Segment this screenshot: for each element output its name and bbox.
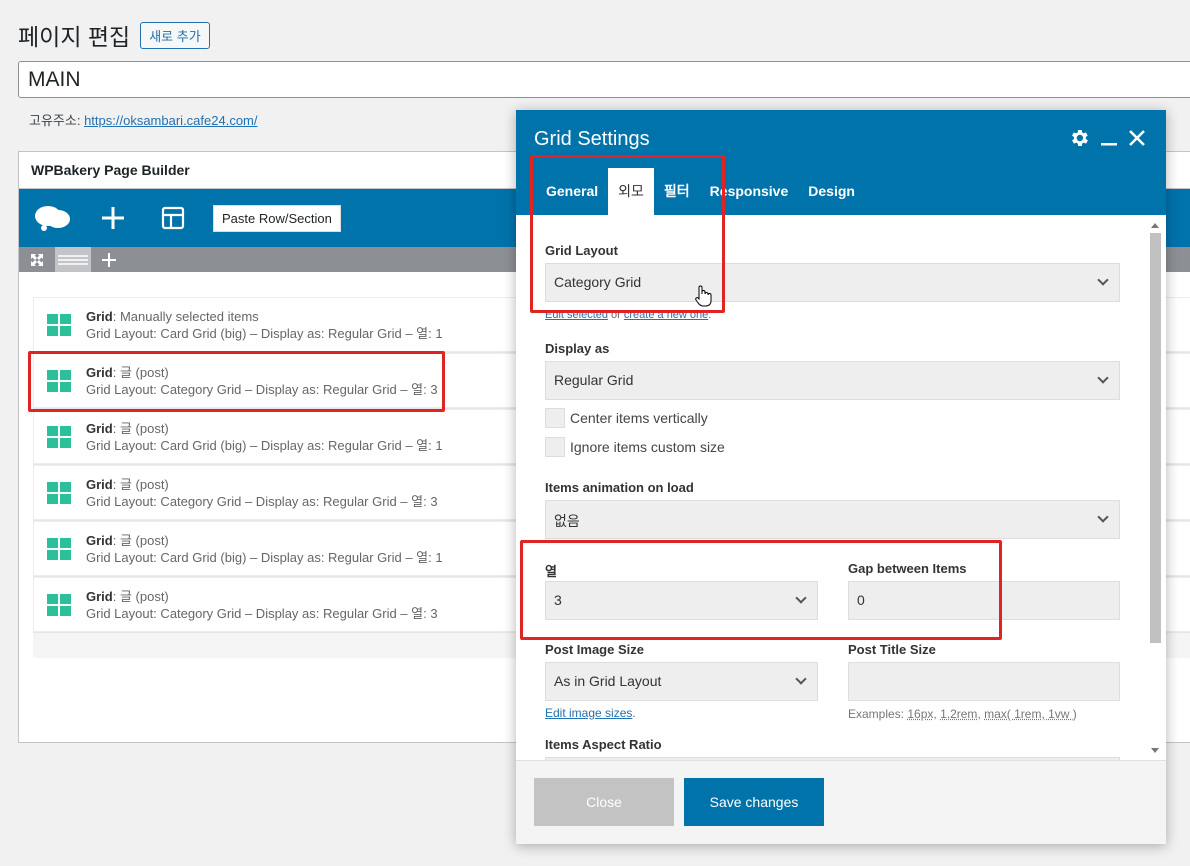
post-title-size-input[interactable] xyxy=(848,662,1120,701)
post-image-size-value: As in Grid Layout xyxy=(554,673,661,689)
grid-element-icon xyxy=(47,314,71,336)
post-image-size-label: Post Image Size xyxy=(545,642,644,657)
scroll-down-arrow[interactable] xyxy=(1151,748,1159,753)
example-value[interactable]: max( 1rem, 1vw ) xyxy=(984,707,1077,721)
row-name: Grid xyxy=(86,589,113,604)
add-row-icon[interactable] xyxy=(91,247,127,272)
templates-icon[interactable] xyxy=(153,198,193,238)
row-name: Grid xyxy=(86,477,113,492)
modal-scrollbar[interactable] xyxy=(1149,223,1161,753)
modal-footer: Close Save changes xyxy=(516,760,1166,844)
examples-hint: Examples: 16px, 1.2rem, max( 1rem, 1vw ) xyxy=(848,707,1077,721)
animation-select[interactable]: 없음 xyxy=(545,500,1120,539)
ignore-size-label: Ignore items custom size xyxy=(570,439,725,455)
tab-design[interactable]: Design xyxy=(798,168,865,215)
grid-element-icon xyxy=(47,594,71,616)
grid-element-icon xyxy=(47,538,71,560)
paste-row-button[interactable]: Paste Row/Section xyxy=(213,205,341,232)
add-new-button[interactable]: 새로 추가 xyxy=(140,22,209,49)
modal-title: Grid Settings xyxy=(534,128,650,151)
chevron-down-icon xyxy=(795,673,806,684)
wpbakery-logo-icon[interactable] xyxy=(33,198,73,238)
row-type: : 글 (post) xyxy=(113,421,169,436)
edit-image-sizes-link[interactable]: Edit image sizes xyxy=(545,706,632,720)
post-title-input[interactable]: MAIN xyxy=(18,61,1190,98)
row-name: Grid xyxy=(86,421,113,436)
row-type: : 글 (post) xyxy=(113,589,169,604)
display-as-select[interactable]: Regular Grid xyxy=(545,361,1120,400)
minimize-icon[interactable] xyxy=(1100,129,1118,152)
animation-value: 없음 xyxy=(554,513,580,529)
grid-element-icon xyxy=(47,426,71,448)
post-image-size-select[interactable]: As in Grid Layout xyxy=(545,662,818,701)
scroll-up-arrow[interactable] xyxy=(1151,223,1159,228)
grid-element-icon xyxy=(47,482,71,504)
highlight-columns-box xyxy=(520,540,1002,640)
row-name: Grid xyxy=(86,309,113,324)
period-text: . xyxy=(632,706,635,720)
page-title: 페이지 편집 xyxy=(18,18,130,52)
example-value[interactable]: 16px xyxy=(907,707,933,721)
highlight-row-box xyxy=(28,351,445,412)
ignore-size-checkbox[interactable]: Ignore items custom size xyxy=(545,437,725,457)
chevron-down-icon xyxy=(1097,274,1108,285)
close-icon[interactable] xyxy=(1128,129,1146,152)
checkbox-box[interactable] xyxy=(545,437,565,457)
scroll-thumb[interactable] xyxy=(1150,233,1161,643)
chevron-down-icon xyxy=(1097,511,1108,522)
page-header: 페이지 편집 새로 추가 xyxy=(18,18,210,52)
row-desc: Grid Layout: Card Grid (big) – Display a… xyxy=(86,550,443,565)
center-items-label: Center items vertically xyxy=(570,410,708,426)
permalink-label: 고유주소: xyxy=(29,113,80,128)
row-desc: Grid Layout: Category Grid – Display as:… xyxy=(86,494,438,509)
center-items-checkbox[interactable]: Center items vertically xyxy=(545,408,708,428)
permalink: 고유주소: https://oksambari.cafe24.com/ xyxy=(29,110,258,129)
post-title-size-label: Post Title Size xyxy=(848,642,936,657)
add-element-icon[interactable] xyxy=(93,198,133,238)
gear-icon[interactable] xyxy=(1068,127,1090,154)
row-layout-icon[interactable] xyxy=(55,247,91,272)
display-as-label: Display as xyxy=(545,341,609,356)
row-desc: Grid Layout: Category Grid – Display as:… xyxy=(86,606,438,621)
display-as-value: Regular Grid xyxy=(554,372,633,388)
close-button[interactable]: Close xyxy=(534,778,674,826)
row-desc: Grid Layout: Card Grid (big) – Display a… xyxy=(86,326,443,341)
examples-prefix: Examples: xyxy=(848,707,904,721)
row-type: : 글 (post) xyxy=(113,477,169,492)
edit-image-sizes-wrap: Edit image sizes. xyxy=(545,706,636,720)
save-changes-button[interactable]: Save changes xyxy=(684,778,824,826)
aspect-ratio-label: Items Aspect Ratio xyxy=(545,737,662,752)
fullscreen-icon[interactable] xyxy=(19,247,55,272)
row-desc: Grid Layout: Card Grid (big) – Display a… xyxy=(86,438,443,453)
checkbox-box[interactable] xyxy=(545,408,565,428)
row-name: Grid xyxy=(86,533,113,548)
permalink-link[interactable]: https://oksambari.cafe24.com/ xyxy=(84,113,257,128)
hand-cursor-icon xyxy=(694,284,712,313)
row-type: : 글 (post) xyxy=(113,533,169,548)
chevron-down-icon xyxy=(1097,372,1108,383)
row-type: : Manually selected items xyxy=(113,309,259,324)
example-value[interactable]: 1.2rem xyxy=(940,707,977,721)
animation-label: Items animation on load xyxy=(545,480,694,495)
